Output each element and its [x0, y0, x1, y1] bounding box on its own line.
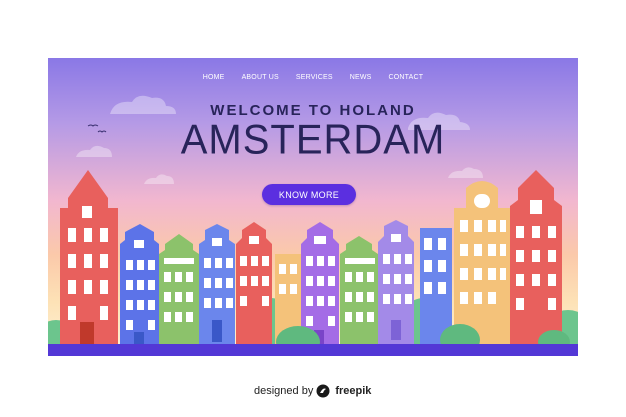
attribution-prefix: designed by [254, 385, 314, 397]
hero-card: HOME ABOUT US SERVICES NEWS CONTACT WELC… [48, 58, 578, 356]
attribution: designed by freepik [254, 384, 371, 398]
nav-item-services[interactable]: SERVICES [296, 74, 333, 81]
nav-item-news[interactable]: NEWS [350, 74, 372, 81]
house-12 [510, 170, 562, 356]
landing-page: HOME ABOUT US SERVICES NEWS CONTACT WELC… [0, 0, 626, 417]
water [48, 344, 578, 356]
nav-item-about-us[interactable]: ABOUT US [242, 74, 279, 81]
hero-title: AMSTERDAM [180, 116, 446, 164]
know-more-button[interactable]: KNOW MORE [262, 184, 356, 205]
nav-item-contact[interactable]: CONTACT [389, 74, 424, 81]
nav-item-home[interactable]: HOME [203, 74, 225, 81]
attribution-brand[interactable]: freepik [335, 385, 371, 397]
top-nav: HOME ABOUT US SERVICES NEWS CONTACT [48, 74, 578, 81]
freepik-logo-icon[interactable] [316, 384, 330, 398]
